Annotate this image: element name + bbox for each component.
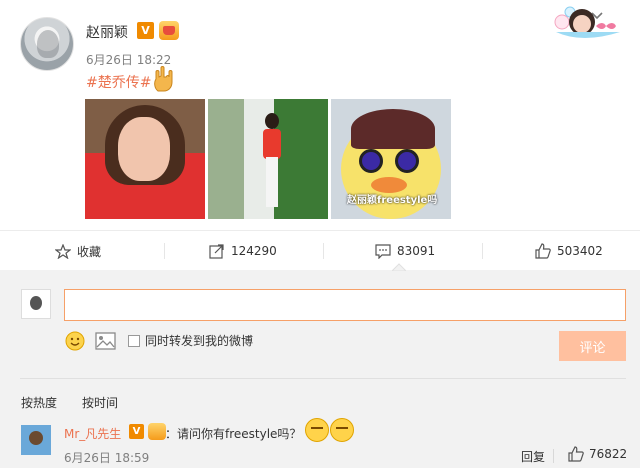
photo-caption: 赵丽颖freestyle吗 xyxy=(347,195,438,206)
post-photo-2[interactable] xyxy=(208,99,328,219)
star-icon xyxy=(55,243,71,259)
comment-input[interactable] xyxy=(64,289,626,321)
grinning-face-icon xyxy=(330,418,354,442)
author-name[interactable]: 赵丽颖 xyxy=(86,22,128,42)
commenter-verified-icon: V xyxy=(129,424,144,439)
favorite-button[interactable]: 收藏 xyxy=(55,231,101,271)
my-avatar xyxy=(21,289,51,319)
comment-like-button[interactable]: 76822 xyxy=(568,446,627,462)
member-crown-icon[interactable] xyxy=(159,21,179,40)
sort-by-time-tab[interactable]: 按时间 xyxy=(82,394,118,411)
comment-text: ：请问你有freestyle吗？ xyxy=(165,427,302,441)
image-upload-icon[interactable] xyxy=(95,332,116,350)
comment-action-separator xyxy=(553,449,554,463)
like-button[interactable]: 503402 xyxy=(535,231,603,271)
thumbs-up-icon xyxy=(568,446,584,462)
author-avatar[interactable] xyxy=(20,17,74,71)
action-bar: 收藏 124290 83091 503402 xyxy=(0,230,640,270)
repost-label[interactable]: 同时转发到我的微博 xyxy=(145,332,253,349)
favorite-label: 收藏 xyxy=(77,244,102,259)
divider xyxy=(20,378,626,379)
reply-link[interactable]: 回复 xyxy=(521,448,545,465)
post-photo-1[interactable] xyxy=(85,99,205,219)
rock-hand-icon xyxy=(154,66,173,92)
comment-time: 6月26日 18:59 xyxy=(64,451,150,465)
comment-like-count: 76822 xyxy=(589,447,628,461)
hashtag-link[interactable]: #楚乔传# xyxy=(86,72,151,92)
commenter-crown-icon[interactable] xyxy=(148,423,166,440)
emoji-icon[interactable] xyxy=(65,331,85,351)
forward-icon xyxy=(209,244,224,259)
commenter-name[interactable]: Mr_凡先生 xyxy=(64,425,121,442)
post-photo-3[interactable]: 赵丽颖freestyle吗 xyxy=(331,99,451,219)
forward-count: 124290 xyxy=(231,244,277,258)
verified-badge-icon: V xyxy=(137,22,154,39)
sort-by-hot-tab[interactable]: 按热度 xyxy=(21,394,57,411)
like-count: 503402 xyxy=(557,244,603,258)
comment-count: 83091 xyxy=(397,244,436,258)
repost-checkbox[interactable] xyxy=(128,335,140,347)
commenter-avatar[interactable] xyxy=(21,425,51,455)
forward-button[interactable]: 124290 xyxy=(209,231,277,271)
decoration-sticker-icon xyxy=(554,6,620,38)
active-tab-notch xyxy=(392,263,406,271)
submit-comment-button[interactable]: 评论 xyxy=(559,331,626,361)
comment-icon xyxy=(375,243,391,259)
thinking-face-icon xyxy=(305,418,329,442)
thumbs-up-icon xyxy=(535,243,551,259)
